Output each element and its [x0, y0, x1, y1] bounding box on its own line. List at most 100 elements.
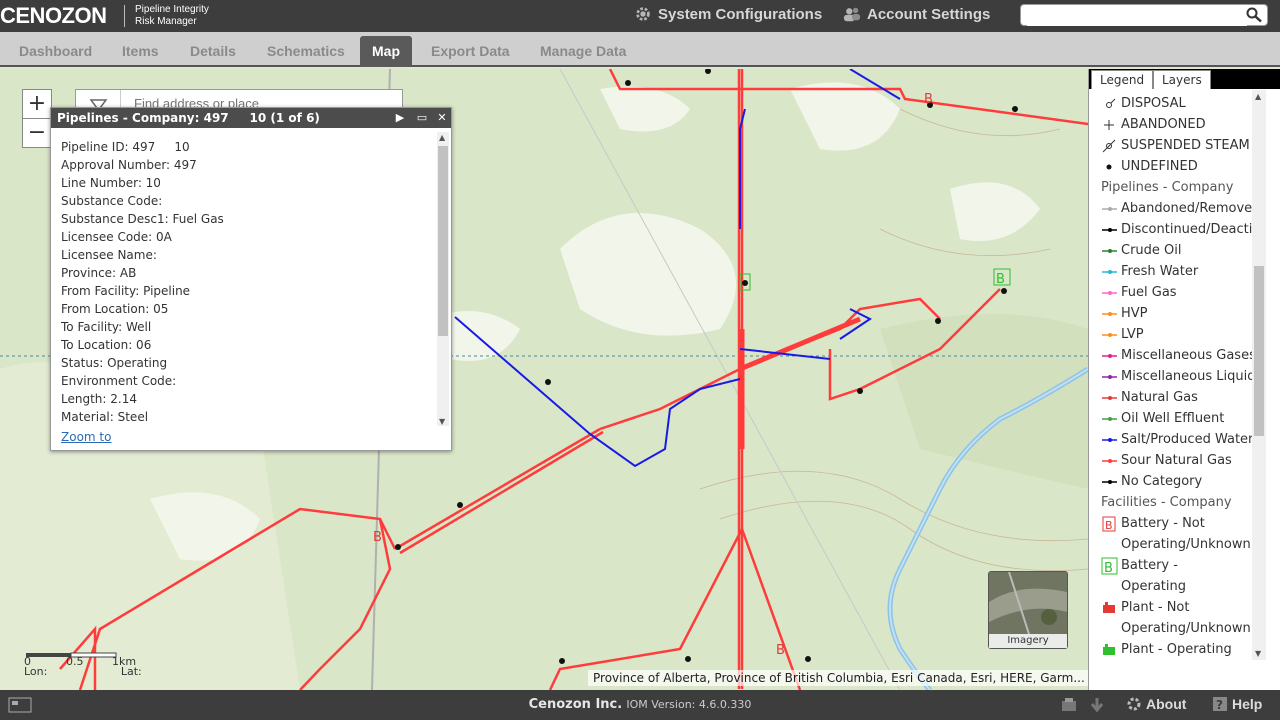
legend-scrollbar[interactable]: ▲ ▼ [1252, 90, 1266, 660]
zoom-in-button[interactable]: + [22, 89, 52, 119]
print-icon[interactable] [1060, 697, 1078, 713]
abandoned-icon [1089, 114, 1121, 135]
app-logo: CENOZON [0, 3, 107, 28]
search-icon[interactable] [1245, 7, 1263, 23]
tab-dashboard[interactable]: Dashboard [13, 36, 98, 67]
global-search[interactable] [1020, 4, 1268, 26]
imagery-basemap-toggle[interactable]: Imagery [988, 571, 1068, 649]
tab-items[interactable]: Items [116, 36, 165, 67]
legend-label: LVP [1121, 327, 1144, 342]
tab-map[interactable]: Map [360, 36, 412, 67]
legend-label: DISPOSAL [1121, 96, 1186, 111]
zoom-out-button[interactable]: − [22, 118, 52, 148]
close-icon[interactable]: ✕ [433, 108, 451, 128]
legend-item-pipeline: No Category [1089, 471, 1255, 492]
legend-label: Fuel Gas [1121, 285, 1177, 300]
scroll-down-icon[interactable]: ▼ [1255, 649, 1261, 658]
legend-label: Plant - Not [1121, 600, 1190, 615]
global-search-input[interactable] [1027, 6, 1247, 26]
legend-label: Operating [1121, 579, 1186, 594]
attr-line-number: Line Number: 10 [61, 176, 161, 190]
pipeline-line-symbol-icon [1089, 408, 1121, 429]
legend-label: Battery - [1121, 558, 1178, 573]
attr-from-location: From Location: 05 [61, 302, 169, 316]
pipeline-line-symbol-icon [1089, 303, 1121, 324]
legend-label: Sour Natural Gas [1121, 453, 1232, 468]
legend-item-pipeline: HVP [1089, 303, 1255, 324]
attr-pipeline-id: Pipeline ID: 497 10 [61, 140, 190, 154]
download-icon[interactable] [1088, 696, 1106, 714]
pipeline-line-symbol-icon [1089, 198, 1121, 219]
system-configurations-button[interactable]: System Configurations [634, 5, 822, 23]
legend-heading-pipelines: Pipelines - Company [1101, 180, 1234, 195]
undefined-icon [1089, 156, 1121, 177]
popup-scrollbar[interactable]: ▲ ▼ [437, 132, 449, 426]
app-footer: Cenozon Inc. IOM Version: 4.6.0.330 Abou… [0, 690, 1280, 720]
pipeline-line-symbol-icon [1089, 324, 1121, 345]
tab-legend[interactable]: Legend [1091, 70, 1154, 89]
tab-export-data[interactable]: Export Data [425, 36, 516, 67]
scroll-up-icon[interactable]: ▲ [1255, 92, 1261, 101]
attr-substance-desc: Substance Desc1: Fuel Gas [61, 212, 224, 226]
tab-schematics[interactable]: Schematics [261, 36, 351, 67]
pipeline-line-symbol-icon [1089, 366, 1121, 387]
legend-label: Natural Gas [1121, 390, 1198, 405]
system-configurations-label: System Configurations [658, 5, 823, 23]
legend-label: HVP [1121, 306, 1148, 321]
legend-item-pipeline: Sour Natural Gas [1089, 450, 1255, 471]
about-button[interactable]: About [1126, 696, 1186, 712]
tab-details[interactable]: Details [184, 36, 242, 67]
battery-not-operating-icon: B [1089, 513, 1121, 534]
legend-label: Operating/Unknown [1121, 621, 1251, 636]
attr-substance-code: Substance Code: [61, 194, 163, 208]
legend-item-plant-operating: Plant - Operating [1089, 639, 1255, 659]
svg-text:B: B [776, 643, 785, 658]
attr-length: Length: 2.14 [61, 392, 137, 406]
legend-label: SUSPENDED STEAM W [1121, 138, 1255, 153]
popup-scroll-thumb[interactable] [438, 146, 448, 336]
legend-label: Salt/Produced Water [1121, 432, 1254, 447]
tab-layers[interactable]: Layers [1153, 70, 1211, 89]
zoom-to-link[interactable]: Zoom to [61, 430, 111, 444]
lat-label: Lat: [120, 665, 142, 678]
logo-divider [124, 5, 125, 27]
attr-to-facility: To Facility: Well [61, 320, 152, 334]
pipeline-line-symbol-icon [1089, 387, 1121, 408]
next-feature-icon[interactable]: ▶ [391, 108, 409, 128]
legend-scroll-thumb[interactable] [1254, 266, 1264, 436]
map-view[interactable]: B B B B + − Pipelines - Company: 497 10 … [0, 69, 1088, 690]
plant-not-operating-icon [1089, 597, 1121, 618]
legend-item-pipeline: Oil Well Effluent [1089, 408, 1255, 429]
pipeline-legend-list: Abandoned/Removed Discontinued/Deactiv Cru… [1089, 198, 1255, 492]
pipeline-line-symbol-icon [1089, 345, 1121, 366]
svg-text:?: ? [1216, 698, 1223, 712]
legend-label: Operating/Unknown [1121, 537, 1251, 552]
help-button[interactable]: ? Help [1212, 696, 1262, 712]
legend-item-suspended-steam: SUSPENDED STEAM W [1089, 135, 1255, 156]
maximize-icon[interactable]: ▭ [413, 108, 431, 128]
main-nav: Dashboard Items Details Schematics Map E… [0, 32, 1280, 67]
attr-province: Province: AB [61, 266, 137, 280]
legend-item-abandoned: ABANDONED [1089, 114, 1255, 135]
users-icon [843, 7, 861, 22]
attr-licensee-name: Licensee Name: [61, 248, 157, 262]
scroll-up-icon[interactable]: ▲ [439, 133, 445, 142]
legend-label: No Category [1121, 474, 1203, 489]
legend-item-pipeline: Fresh Water [1089, 261, 1255, 282]
plant-operating-icon [1089, 639, 1121, 659]
account-settings-button[interactable]: Account Settings [843, 5, 990, 23]
legend-label: UNDEFINED [1121, 159, 1198, 174]
attr-from-facility: From Facility: Pipeline [61, 284, 191, 298]
imagery-thumbnail [989, 571, 1067, 635]
legend-item-pipeline: Abandoned/Removed [1089, 198, 1255, 219]
tab-manage-data[interactable]: Manage Data [534, 36, 632, 67]
legend-label: Battery - Not [1121, 516, 1205, 531]
scroll-down-icon[interactable]: ▼ [439, 417, 445, 426]
svg-text:B: B [373, 530, 382, 545]
legend-item-pipeline: LVP [1089, 324, 1255, 345]
legend-heading-facilities: Facilities - Company [1101, 495, 1232, 510]
legend-label: ABANDONED [1121, 117, 1206, 132]
legend-item-pipeline: Crude Oil [1089, 240, 1255, 261]
attr-environment-code: Environment Code: [61, 374, 177, 388]
legend-item-pipeline: Salt/Produced Water [1089, 429, 1255, 450]
